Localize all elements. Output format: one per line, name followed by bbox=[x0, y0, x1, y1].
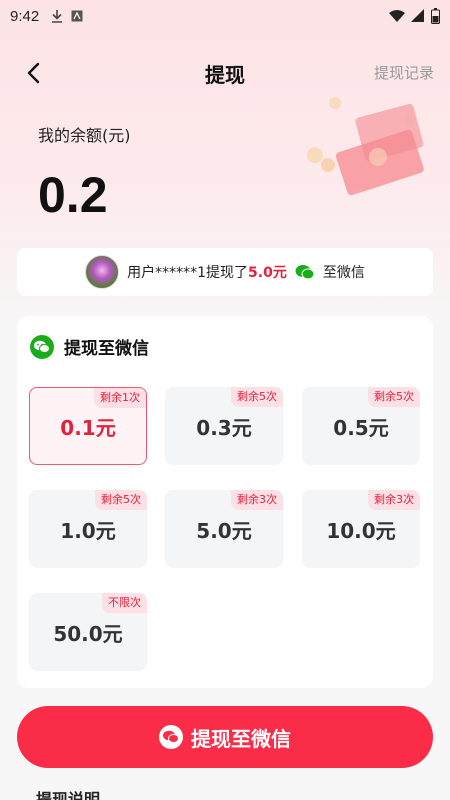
wifi-icon bbox=[389, 10, 405, 22]
amount-value: 5.0元 bbox=[196, 518, 252, 543]
remaining-badge: 剩余3次 bbox=[231, 490, 283, 510]
card-header: 提现至微信 bbox=[30, 334, 149, 359]
red-envelope-decoration bbox=[307, 97, 424, 196]
back-button[interactable] bbox=[20, 60, 46, 86]
remaining-badge: 剩余5次 bbox=[368, 387, 420, 407]
withdraw-button[interactable]: 提现至微信 bbox=[17, 706, 433, 768]
wechat-icon bbox=[295, 265, 315, 280]
amount-value: 50.0元 bbox=[53, 621, 123, 646]
balance-value: 0.2 bbox=[38, 167, 108, 223]
card-title: 提现至微信 bbox=[64, 339, 149, 359]
amount-value: 1.0元 bbox=[60, 518, 116, 543]
back-arrow-icon bbox=[27, 62, 40, 84]
amount-option[interactable]: 0.3元 剩余5次 bbox=[165, 387, 283, 465]
remaining-badge: 不限次 bbox=[102, 593, 147, 613]
signal-icon bbox=[411, 9, 424, 22]
amount-value: 0.3元 bbox=[196, 415, 252, 440]
status-time: 9:42 bbox=[10, 7, 40, 25]
withdraw-button-label: 提现至微信 bbox=[191, 726, 291, 751]
amount-option[interactable]: 0.1元 剩余1次 bbox=[29, 387, 147, 465]
app-icon bbox=[71, 10, 83, 22]
amount-option[interactable]: 0.5元 剩余5次 bbox=[302, 387, 420, 465]
withdraw-record-link[interactable]: 提现记录 bbox=[374, 62, 434, 83]
withdraw-notice: 用户******1提现了5.0元 至微信 bbox=[17, 248, 433, 296]
amount-value: 0.1元 bbox=[60, 415, 116, 440]
amount-option[interactable]: 50.0元 不限次 bbox=[29, 593, 147, 671]
download-icon bbox=[52, 10, 63, 23]
amount-value: 0.5元 bbox=[333, 415, 389, 440]
avatar bbox=[85, 255, 120, 289]
remaining-badge: 剩余5次 bbox=[95, 490, 147, 510]
remaining-badge: 剩余1次 bbox=[94, 388, 146, 408]
amount-option[interactable]: 1.0元 剩余5次 bbox=[29, 490, 147, 568]
notice-destination: 至微信 bbox=[322, 265, 365, 281]
amount-value: 10.0元 bbox=[326, 518, 396, 543]
section-heading-partial: 提现说明 bbox=[36, 790, 101, 800]
notice-amount: 5.0元 bbox=[248, 265, 287, 281]
nav-bar: 提现 提现记录 bbox=[0, 52, 450, 94]
remaining-badge: 剩余5次 bbox=[231, 387, 283, 407]
withdraw-card: 提现至微信 0.1元 剩余1次 0.3元 剩余5次 0.5元 剩余5次 1.0元… bbox=[17, 316, 433, 688]
battery-icon bbox=[431, 8, 440, 24]
balance-label: 我的余额(元) bbox=[38, 126, 131, 145]
page-title: 提现 bbox=[205, 62, 245, 87]
amount-option[interactable]: 5.0元 剩余3次 bbox=[165, 490, 283, 568]
notice-text: 用户******1提现了5.0元 bbox=[127, 265, 287, 281]
amount-option[interactable]: 10.0元 剩余3次 bbox=[302, 490, 420, 568]
wechat-icon bbox=[30, 334, 54, 359]
status-bar: 9:42 bbox=[0, 0, 450, 32]
remaining-badge: 剩余3次 bbox=[368, 490, 420, 510]
wechat-icon bbox=[159, 725, 183, 749]
